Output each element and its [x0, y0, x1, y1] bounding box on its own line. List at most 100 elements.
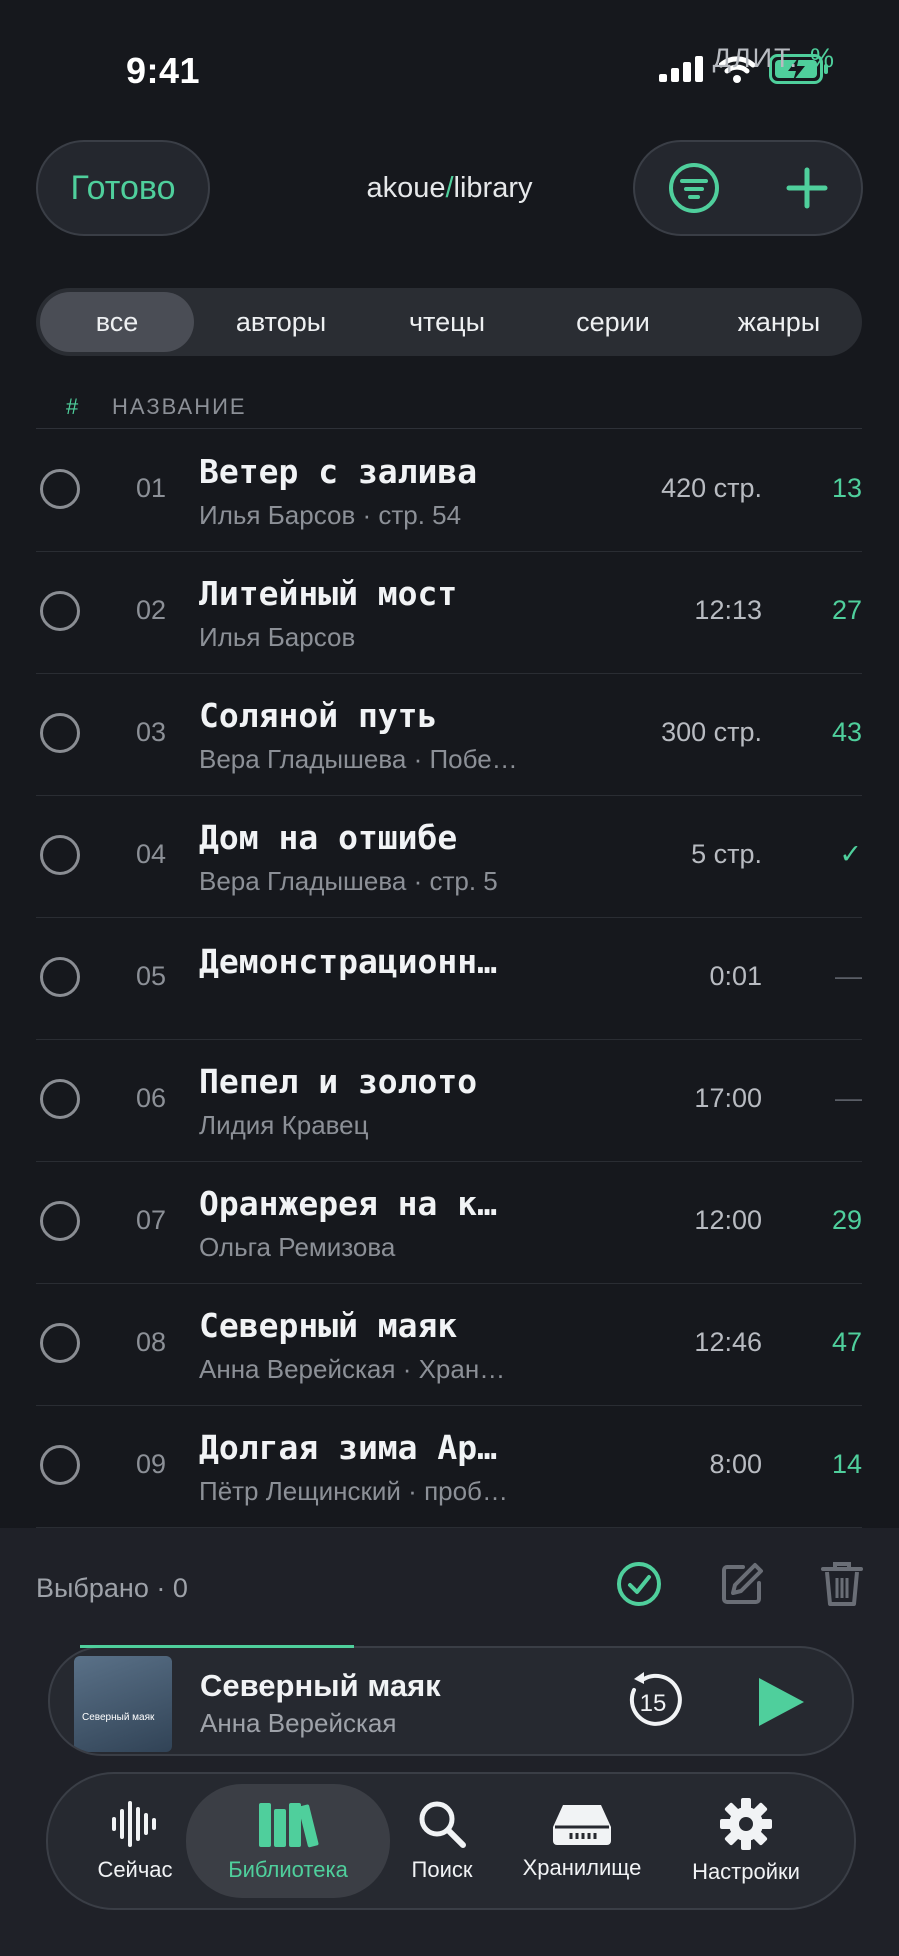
book-subtitle: Лидия Кравец: [199, 1110, 369, 1140]
table-row[interactable]: 06 Пепел и золото Лидия Кравец 17:00 —: [36, 1040, 862, 1162]
tab-label: Настройки: [692, 1859, 800, 1884]
add-icon[interactable]: [785, 166, 829, 210]
path-leaf: library: [453, 172, 533, 204]
book-title: Дом на отшибе: [199, 818, 458, 857]
book-title: Долгая зима Ар…: [199, 1428, 498, 1467]
book-title: Северный маяк: [199, 1306, 458, 1345]
book-subtitle: Ольга Ремизова: [199, 1232, 396, 1262]
book-duration: 17:00: [694, 1083, 762, 1113]
row-number: 03: [136, 717, 167, 747]
segment-genres[interactable]: жанры: [700, 292, 858, 352]
tab-label: Хранилище: [522, 1855, 642, 1880]
row-number: 06: [136, 1083, 167, 1113]
select-radio[interactable]: [40, 835, 80, 875]
row-number: 05: [136, 961, 167, 991]
book-title: Оранжерея на к…: [199, 1184, 498, 1223]
column-title-header[interactable]: НАЗВАНИЕ: [112, 394, 247, 420]
column-percent-header[interactable]: %: [776, 43, 836, 74]
table-row[interactable]: 05 Демонстрационн… 0:01 —: [36, 918, 862, 1040]
row-number: 08: [136, 1327, 167, 1357]
filter-icon[interactable]: [668, 162, 720, 214]
album-cover[interactable]: Северный маяк: [74, 1656, 172, 1752]
player-author: Анна Верейская: [200, 1708, 397, 1738]
book-title: Ветер с залива: [199, 452, 478, 491]
edit-icon[interactable]: [719, 1561, 765, 1607]
playback-progress: [80, 1645, 354, 1648]
tab-settings[interactable]: Настройки: [678, 1774, 814, 1908]
select-radio[interactable]: [40, 713, 80, 753]
book-percent: —: [835, 1083, 862, 1113]
book-duration: 300 стр.: [661, 717, 762, 747]
books-icon: [259, 1803, 319, 1848]
tab-storage[interactable]: Хранилище: [510, 1774, 654, 1908]
rewind-15-icon[interactable]: 15: [622, 1670, 684, 1732]
tab-bar: Сейчас Библиотека Поиск Хранилище Настро…: [46, 1772, 856, 1910]
select-radio[interactable]: [40, 591, 80, 631]
book-duration: 12:46: [694, 1327, 762, 1357]
path-root: akoue: [366, 172, 446, 204]
header-actions: [633, 140, 863, 236]
column-number-header: #: [66, 394, 81, 419]
table-row[interactable]: 02 Литейный мост Илья Барсов 12:13 27: [36, 552, 862, 674]
category-segmented-control: все авторы чтецы серии жанры: [36, 288, 862, 356]
book-percent: 47: [831, 1327, 862, 1357]
tab-now[interactable]: Сейчас: [80, 1774, 190, 1908]
select-radio[interactable]: [40, 1201, 80, 1241]
table-row[interactable]: 09 Долгая зима Ар… Пётр Лещинский · проб…: [36, 1406, 862, 1528]
select-radio[interactable]: [40, 1079, 80, 1119]
book-title: Литейный мост: [199, 574, 458, 613]
book-percent: 29: [831, 1205, 862, 1235]
segment-series[interactable]: серии: [534, 292, 692, 352]
row-number: 02: [136, 595, 167, 625]
table-row[interactable]: 01 Ветер с залива Илья Барсов · стр. 54 …: [36, 430, 862, 552]
tab-search[interactable]: Поиск: [392, 1774, 492, 1908]
book-title: Соляной путь: [199, 696, 438, 735]
table-row[interactable]: 04 Дом на отшибе Вера Гладышева · стр. 5…: [36, 796, 862, 918]
table-row[interactable]: 03 Соляной путь Вера Гладышева · Побе… 3…: [36, 674, 862, 796]
play-icon[interactable]: [756, 1676, 806, 1728]
book-finished-check: ✓: [839, 839, 862, 869]
row-number: 07: [136, 1205, 167, 1235]
book-percent: 14: [831, 1449, 862, 1479]
drive-icon: [553, 1805, 611, 1845]
book-duration: 5 стр.: [691, 839, 762, 869]
column-duration-header[interactable]: ДЛИТ.: [612, 43, 799, 74]
waveform-icon: [112, 1801, 156, 1847]
select-radio[interactable]: [40, 957, 80, 997]
search-icon: [419, 1801, 466, 1848]
trash-icon[interactable]: [821, 1560, 863, 1608]
book-list: 01 Ветер с залива Илья Барсов · стр. 54 …: [36, 430, 862, 1528]
tab-label: Сейчас: [97, 1857, 173, 1882]
book-duration: 0:01: [709, 961, 762, 991]
book-subtitle: Илья Барсов: [199, 622, 356, 652]
book-percent: —: [835, 961, 862, 991]
table-row[interactable]: 07 Оранжерея на к… Ольга Ремизова 12:00 …: [36, 1162, 862, 1284]
book-subtitle: Пётр Лещинский · проб…: [199, 1476, 508, 1506]
select-radio[interactable]: [40, 1323, 80, 1363]
table-row[interactable]: 08 Северный маяк Анна Верейская · Хран… …: [36, 1284, 862, 1406]
tab-library[interactable]: Библиотека: [186, 1784, 390, 1898]
book-subtitle: Илья Барсов · стр. 54: [199, 500, 462, 530]
book-duration: 12:00: [694, 1205, 762, 1235]
row-number: 09: [136, 1449, 167, 1479]
book-percent: 43: [831, 717, 862, 747]
mini-player[interactable]: Северный маяк Северный маяк Анна Верейск…: [48, 1646, 854, 1756]
status-time: 9:41: [126, 50, 201, 91]
gear-icon: [720, 1798, 772, 1850]
select-all-icon[interactable]: [615, 1560, 663, 1608]
row-number: 01: [136, 473, 167, 503]
book-subtitle: Анна Верейская · Хран…: [199, 1354, 506, 1384]
selection-count: Выбрано · 0: [36, 1573, 188, 1603]
select-radio[interactable]: [40, 469, 80, 509]
player-title: Северный маяк: [200, 1668, 441, 1703]
book-subtitle: Вера Гладышева · стр. 5: [199, 866, 498, 896]
segment-narrators[interactable]: чтецы: [368, 292, 526, 352]
book-title: Демонстрационн…: [199, 942, 498, 981]
tab-label: Библиотека: [228, 1857, 348, 1882]
book-duration: 8:00: [709, 1449, 762, 1479]
tab-label: Поиск: [411, 1857, 473, 1882]
selection-actions: [615, 1560, 863, 1608]
segment-authors[interactable]: авторы: [202, 292, 360, 352]
select-radio[interactable]: [40, 1445, 80, 1485]
segment-all[interactable]: все: [40, 292, 194, 352]
